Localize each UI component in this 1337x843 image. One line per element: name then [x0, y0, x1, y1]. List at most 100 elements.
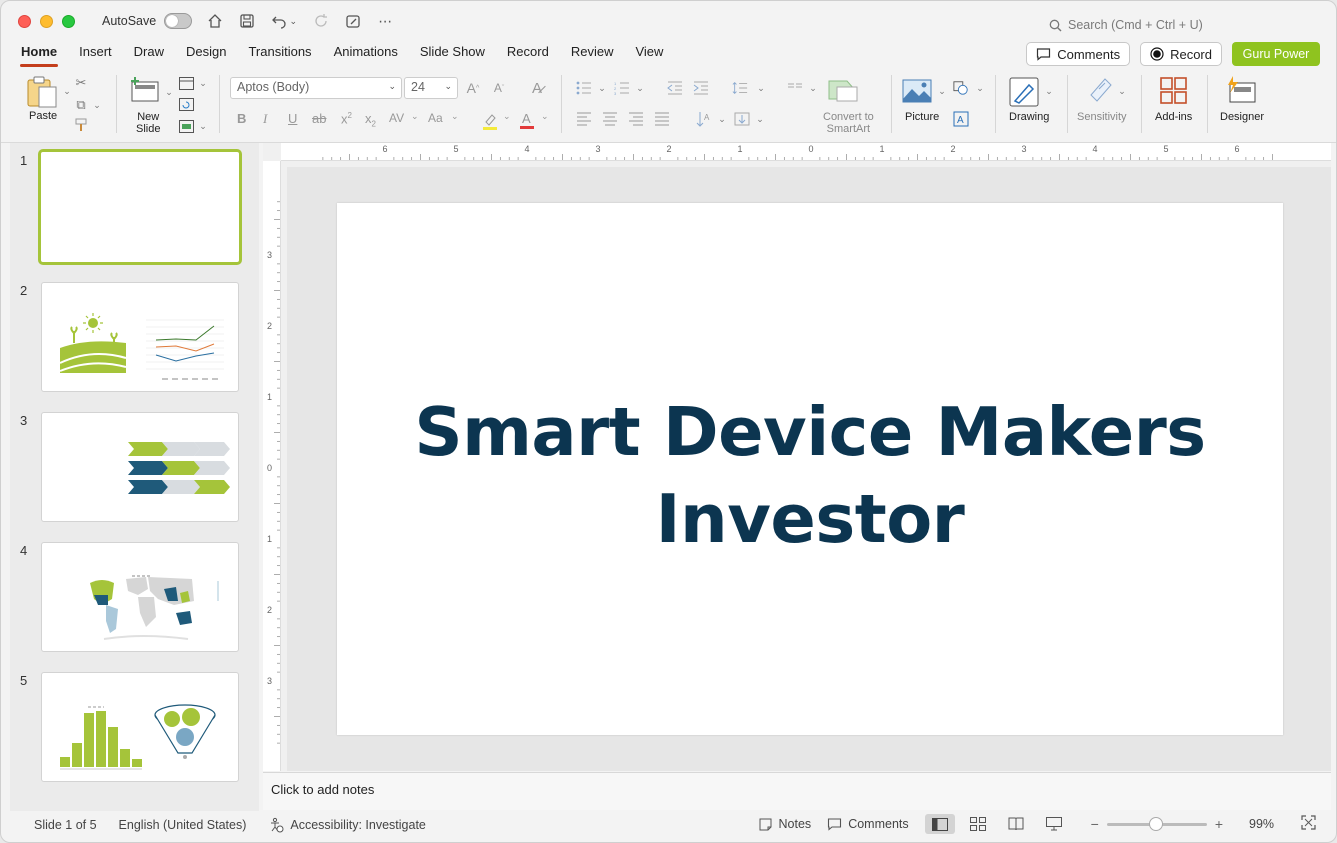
text-box-icon[interactable]: A — [953, 111, 969, 127]
bullets-chevron-icon[interactable]: ⌄ — [594, 80, 610, 96]
undo-dropdown-chevron-icon[interactable]: ⌄ — [288, 12, 298, 30]
tab-insert[interactable]: Insert — [68, 41, 123, 67]
layout-icon[interactable] — [178, 75, 194, 91]
zoom-in-icon[interactable]: + — [1215, 816, 1223, 832]
columns-chevron-icon[interactable]: ⌄ — [805, 80, 821, 96]
normal-view-button[interactable] — [924, 814, 955, 834]
strikethrough-icon[interactable]: ab — [312, 111, 326, 126]
increase-indent-icon[interactable] — [693, 80, 709, 96]
decrease-font-icon[interactable]: Aˇ — [491, 80, 507, 96]
minimize-window-button[interactable] — [40, 14, 53, 28]
home-icon[interactable] — [206, 12, 224, 30]
section-icon[interactable] — [178, 118, 194, 134]
slide-thumbnail-2[interactable] — [41, 282, 239, 392]
notes-pane[interactable]: Click to add notes — [263, 772, 1331, 810]
bullets-icon[interactable] — [576, 80, 592, 96]
zoom-slider[interactable] — [1106, 816, 1207, 831]
paste-icon[interactable] — [25, 75, 59, 112]
text-direction-icon[interactable]: A — [696, 111, 712, 127]
shapes-icon[interactable] — [953, 80, 969, 96]
highlight-icon[interactable] — [482, 112, 498, 133]
underline-icon[interactable]: U — [288, 111, 297, 126]
comments-toggle-button[interactable]: Comments — [827, 817, 909, 831]
customize-icon[interactable] — [344, 12, 362, 30]
drawing-chevron-icon[interactable]: ⌄ — [1041, 83, 1057, 99]
slide-thumbnail-4[interactable] — [41, 542, 239, 652]
clear-formatting-icon[interactable]: A̷ — [529, 80, 545, 97]
save-icon[interactable] — [238, 12, 256, 30]
tab-home[interactable]: Home — [10, 41, 68, 67]
comments-button[interactable]: Comments — [1026, 42, 1131, 66]
columns-icon[interactable] — [787, 80, 803, 96]
decrease-indent-icon[interactable] — [667, 80, 683, 96]
change-case-chevron-icon[interactable]: ⌄ — [451, 111, 459, 122]
line-spacing-icon[interactable] — [732, 80, 748, 96]
tab-design[interactable]: Design — [175, 41, 237, 67]
font-color-chevron-icon[interactable]: ⌄ — [541, 111, 549, 122]
italic-icon[interactable]: I — [263, 111, 267, 127]
tab-animations[interactable]: Animations — [323, 41, 409, 67]
new-slide-dropdown-chevron-icon[interactable]: ⌄ — [161, 84, 177, 100]
designer-icon[interactable] — [1225, 75, 1257, 108]
align-left-icon[interactable] — [576, 111, 592, 127]
font-name-select[interactable]: Aptos (Body) ⌄ — [230, 77, 402, 99]
add-ins-icon[interactable] — [1160, 77, 1188, 108]
fit-to-window-icon[interactable] — [1301, 815, 1316, 833]
record-button[interactable]: Record — [1140, 42, 1222, 66]
character-spacing-chevron-icon[interactable]: ⌄ — [411, 111, 419, 122]
tab-review[interactable]: Review — [560, 41, 625, 67]
numbering-chevron-icon[interactable]: ⌄ — [632, 80, 648, 96]
subscript-icon[interactable]: x2 — [365, 111, 376, 129]
text-direction-chevron-icon[interactable]: ⌄ — [714, 111, 730, 127]
font-color-icon[interactable]: A — [519, 111, 535, 133]
increase-font-icon[interactable]: A ^ — [465, 80, 481, 96]
undo-icon[interactable] — [270, 12, 288, 30]
align-right-icon[interactable] — [628, 111, 644, 127]
copy-icon[interactable]: ⧉ — [73, 97, 89, 113]
slideshow-button[interactable] — [1039, 814, 1069, 834]
align-center-icon[interactable] — [602, 111, 618, 127]
picture-chevron-icon[interactable]: ⌄ — [934, 83, 950, 99]
slide-thumbnail-1[interactable] — [38, 149, 242, 265]
highlight-chevron-icon[interactable]: ⌄ — [503, 111, 511, 122]
zoom-level[interactable]: 99% — [1249, 817, 1289, 831]
format-painter-icon[interactable] — [73, 117, 89, 133]
drawing-icon[interactable] — [1009, 77, 1039, 110]
numbering-icon[interactable]: 123 — [614, 80, 630, 96]
tab-slide-show[interactable]: Slide Show — [409, 41, 496, 67]
line-spacing-chevron-icon[interactable]: ⌄ — [753, 80, 769, 96]
justify-icon[interactable] — [654, 111, 670, 127]
reset-icon[interactable] — [178, 96, 194, 112]
reading-view-button[interactable] — [1001, 814, 1031, 834]
slide-title[interactable]: Smart Device Makers Investor — [337, 389, 1283, 563]
tab-record[interactable]: Record — [496, 41, 560, 67]
notes-toggle-button[interactable]: Notes — [758, 817, 811, 832]
tab-view[interactable]: View — [624, 41, 674, 67]
maximize-window-button[interactable] — [62, 14, 75, 28]
convert-smartart-icon[interactable] — [827, 77, 859, 106]
more-icon[interactable]: ⋯ — [376, 12, 394, 30]
guru-power-button[interactable]: Guru Power — [1232, 42, 1320, 66]
align-text-chevron-icon[interactable]: ⌄ — [752, 111, 768, 127]
tab-transitions[interactable]: Transitions — [237, 41, 322, 67]
language-status[interactable]: English (United States) — [119, 818, 247, 832]
change-case-icon[interactable]: Aa — [428, 111, 443, 125]
superscript-icon[interactable]: x2 — [341, 111, 352, 126]
bold-icon[interactable]: B — [237, 111, 246, 126]
layout-dropdown-chevron-icon[interactable]: ⌄ — [195, 75, 211, 91]
close-window-button[interactable] — [18, 14, 31, 28]
new-slide-icon[interactable] — [128, 75, 160, 106]
shapes-chevron-icon[interactable]: ⌄ — [972, 80, 988, 96]
search-box[interactable]: Search (Cmd + Ctrl + U) — [1049, 18, 1203, 32]
slide-thumbnail-5[interactable] — [41, 672, 239, 782]
picture-icon[interactable] — [902, 79, 932, 106]
autosave-toggle[interactable] — [164, 13, 193, 29]
slide-thumbnail-3[interactable] — [41, 412, 239, 522]
accessibility-status[interactable]: Accessibility: Investigate — [268, 817, 426, 833]
current-slide[interactable]: Smart Device Makers Investor — [337, 203, 1283, 735]
zoom-slider-thumb[interactable] — [1148, 816, 1163, 831]
zoom-out-icon[interactable]: − — [1091, 816, 1099, 832]
tab-draw[interactable]: Draw — [123, 41, 175, 67]
font-size-select[interactable]: 24 ⌄ — [404, 77, 458, 99]
slide-sorter-button[interactable] — [963, 814, 993, 834]
